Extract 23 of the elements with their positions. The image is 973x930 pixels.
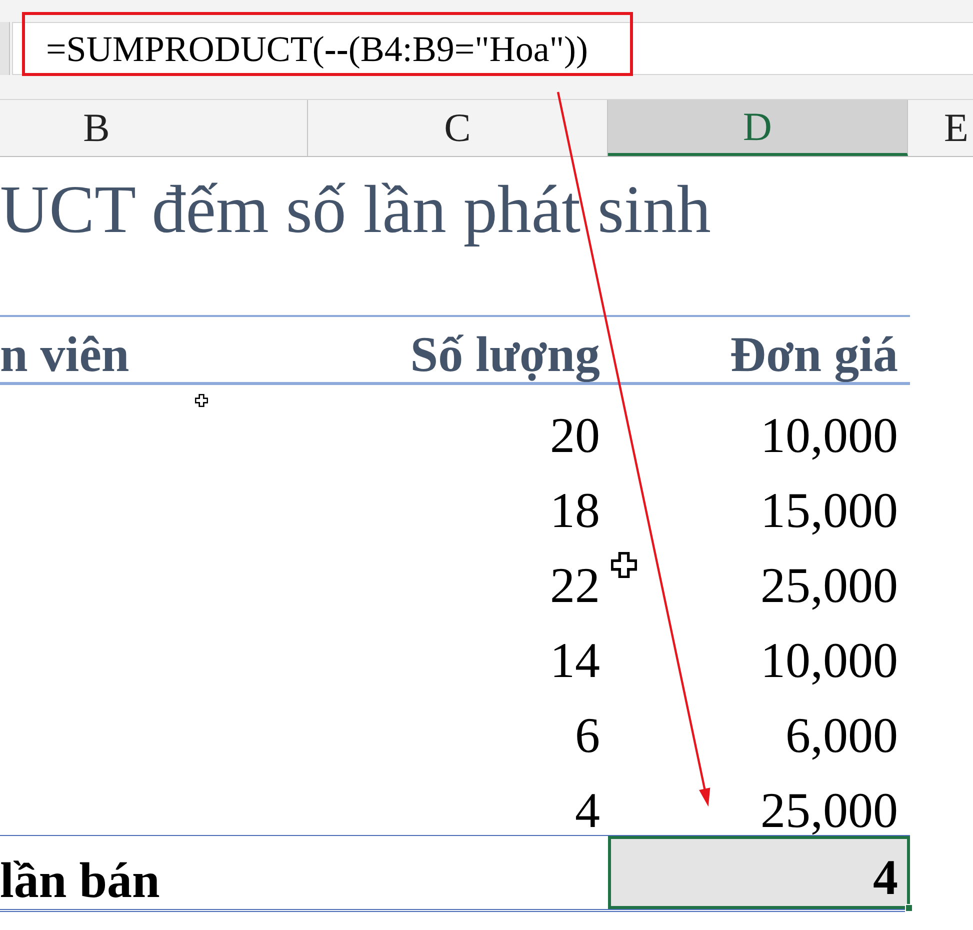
formula-field[interactable]: =SUMPRODUCT(--(B4:B9="Hoa")) <box>12 22 973 75</box>
column-heading[interactable]: D <box>608 100 908 156</box>
table-value: 10,000 <box>760 410 898 460</box>
table-value: 25,000 <box>760 560 898 610</box>
table-value: 6,000 <box>786 710 898 760</box>
table-value: 18 <box>550 485 600 535</box>
table-value: 25,000 <box>760 785 898 835</box>
table-value: 4 <box>575 785 600 835</box>
table-value: 22 <box>550 560 600 610</box>
table-value: 20 <box>550 410 600 460</box>
total-label: lần bán <box>0 855 160 905</box>
table-value: 6 <box>575 710 600 760</box>
plus-cursor-icon <box>611 552 637 578</box>
selected-cell[interactable]: 4 <box>608 836 910 909</box>
table-value: 10,000 <box>760 635 898 685</box>
plus-cursor-icon <box>195 394 208 407</box>
table-value: 15,000 <box>760 485 898 535</box>
name-box-edge <box>0 22 10 75</box>
column-heading[interactable]: E <box>908 100 973 156</box>
table-value: 14 <box>550 635 600 685</box>
column-heading[interactable]: B <box>0 100 308 156</box>
table-header: n viên <box>0 329 130 379</box>
fill-handle[interactable] <box>905 904 913 912</box>
